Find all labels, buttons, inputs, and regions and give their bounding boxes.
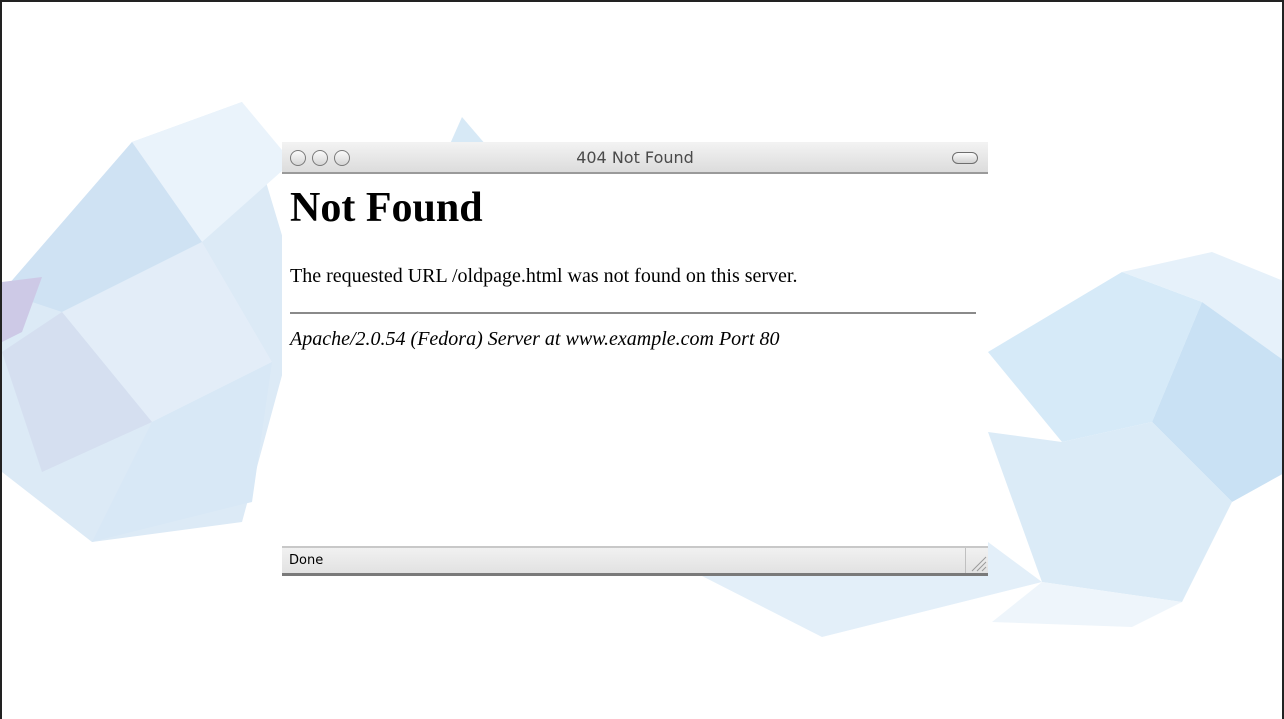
resize-grip-icon[interactable] bbox=[965, 548, 988, 573]
window-title: 404 Not Found bbox=[576, 148, 694, 167]
browser-window: 404 Not Found Not Found The requested UR… bbox=[282, 142, 988, 576]
error-message: The requested URL /oldpage.html was not … bbox=[290, 265, 798, 287]
page-content: Not Found The requested URL /oldpage.htm… bbox=[282, 174, 988, 546]
toolbar-toggle-icon[interactable] bbox=[952, 152, 978, 164]
status-bar: Done bbox=[282, 546, 988, 576]
window-titlebar[interactable]: 404 Not Found bbox=[282, 142, 988, 174]
page-heading: Not Found bbox=[290, 185, 483, 231]
divider bbox=[290, 312, 976, 314]
status-text: Done bbox=[289, 553, 324, 568]
slide: 404 Not Found Not Found The requested UR… bbox=[0, 0, 1284, 719]
server-signature: Apache/2.0.54 (Fedora) Server at www.exa… bbox=[290, 328, 780, 350]
